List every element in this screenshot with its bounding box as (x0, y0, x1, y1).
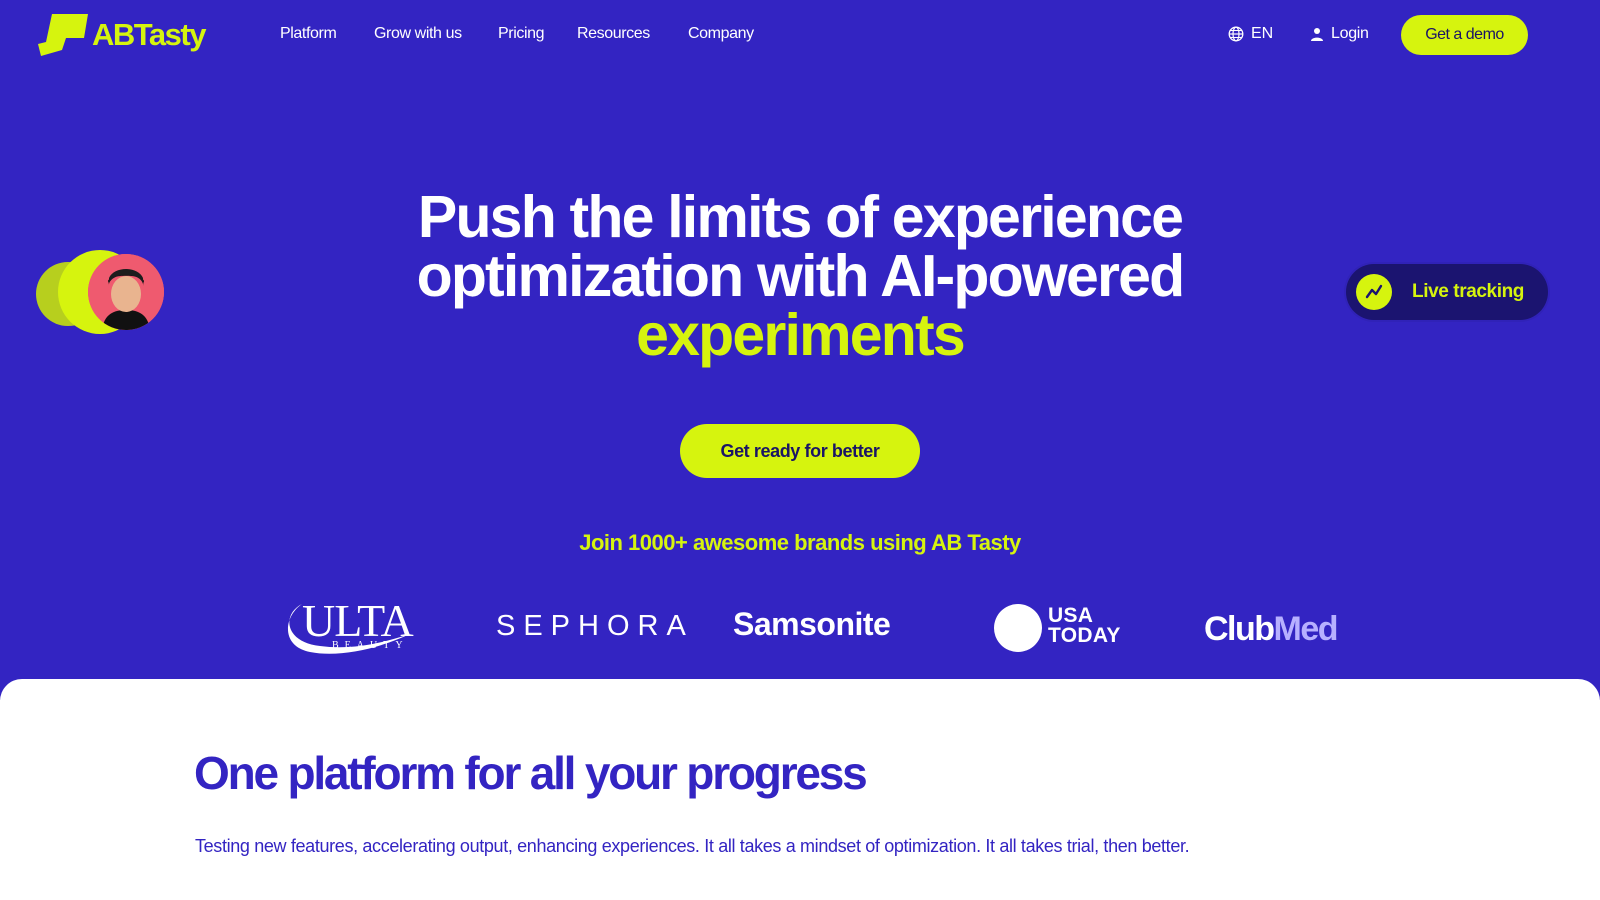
nav-pricing[interactable]: Pricing (498, 25, 545, 43)
nav-platform[interactable]: Platform (280, 25, 337, 43)
person-portrait-icon (88, 254, 164, 330)
sephora-logo: SEPHORA (496, 610, 694, 642)
club-med-logo: ClubMed (1204, 610, 1339, 648)
hero-headline: Push the limits of experience optimizati… (300, 188, 1300, 365)
get-ready-for-better-button[interactable]: Get ready for better (680, 424, 920, 478)
samsonite-logo: Samsonite (733, 606, 891, 642)
live-tracking-badge: Live tracking (1346, 264, 1548, 320)
headline-line-2: optimization with AI-powered (416, 243, 1186, 309)
brands-caption: Join 1000+ awesome brands using AB Tasty (579, 530, 1021, 555)
globe-icon (1228, 26, 1244, 42)
logo-wordmark: ABTasty (92, 17, 206, 52)
abtasty-logo-mark-icon (38, 14, 88, 56)
language-label: EN (1251, 25, 1274, 42)
language-selector[interactable]: EN (1228, 25, 1273, 43)
avatar-illustration (36, 250, 166, 334)
top-navigation: ABTasty Platform Grow with us Pricing Re… (0, 0, 1600, 72)
usa-today-logo: USA TODAY (994, 604, 1134, 654)
live-tracking-label: Live tracking (1412, 281, 1525, 302)
avatar (88, 254, 164, 330)
usa-today-dot-icon (994, 604, 1042, 652)
login-label: Login (1331, 25, 1369, 42)
nav-resources[interactable]: Resources (577, 25, 650, 43)
get-a-demo-button[interactable]: Get a demo (1401, 15, 1528, 55)
headline-line-1: Push the limits of experience (417, 184, 1184, 250)
brand-logo-row: ULTA BEAUTY SEPHORA Samsonite USA TODAY … (0, 590, 1600, 670)
section-title: One platform for all your progress (194, 747, 868, 799)
hero-section: ABTasty Platform Grow with us Pricing Re… (0, 0, 1600, 700)
nav-company[interactable]: Company (688, 25, 754, 43)
nav-grow-with-us[interactable]: Grow with us (374, 25, 462, 43)
headline-accent: experiments (636, 302, 966, 368)
section-description: Testing new features, accelerating outpu… (195, 836, 1190, 856)
user-icon (1311, 28, 1323, 41)
abtasty-logo[interactable]: ABTasty (38, 14, 206, 56)
trend-line-icon (1356, 274, 1392, 310)
ulta-beauty-logo: ULTA BEAUTY (280, 595, 430, 660)
login-link[interactable]: Login (1310, 25, 1369, 43)
